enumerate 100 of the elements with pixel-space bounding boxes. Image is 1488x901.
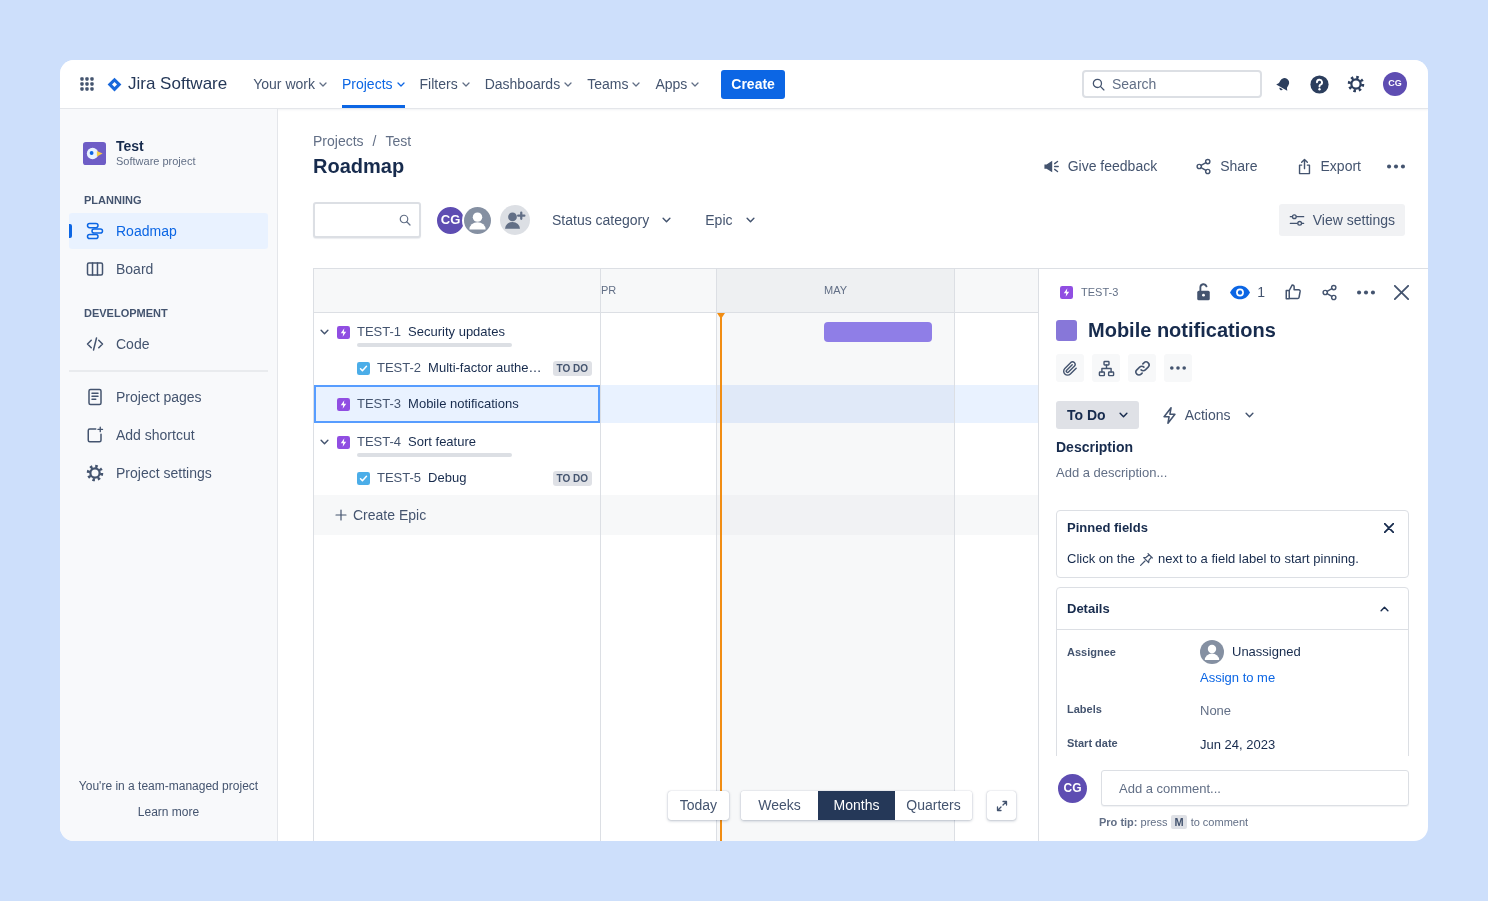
sidebar-item[interactable]: Add shortcut — [69, 417, 268, 453]
timescale-tab[interactable]: Quarters — [895, 791, 972, 820]
issue-title[interactable]: Mobile notifications — [1088, 318, 1276, 342]
filter-dropdown[interactable]: Epic — [705, 209, 755, 231]
nav-menu-item[interactable]: Your work — [253, 60, 327, 108]
field-value[interactable]: Jun 24, 2023 — [1200, 737, 1276, 752]
task-checkbox-icon — [357, 361, 370, 375]
issue-key: TEST-3 — [357, 394, 402, 414]
chevron-down-icon — [564, 81, 573, 87]
sidebar-item[interactable]: Project settings — [69, 455, 268, 491]
sidebar-item[interactable]: Project pages — [69, 379, 268, 415]
chevron-down-icon — [318, 81, 327, 87]
issue-summary: Security updates — [408, 323, 505, 342]
lock-icon[interactable] — [1196, 283, 1212, 301]
chevron-down-icon[interactable] — [319, 329, 329, 335]
roadmap-issue-row[interactable]: TEST-3 Mobile notifications — [314, 385, 601, 423]
breadcrumb-link[interactable]: Test — [385, 131, 412, 151]
sidebar-section-heading: DEVELOPMENT — [84, 306, 169, 320]
pinned-hint-text: next to a field label to start pinning. — [1157, 550, 1359, 569]
breadcrumb-link[interactable]: Projects — [313, 131, 364, 151]
status-lozenge: TO DO — [552, 470, 592, 486]
plus-icon — [335, 509, 347, 521]
nav-menu-item[interactable]: Apps — [655, 60, 700, 108]
filter-dropdown[interactable]: Status category — [552, 209, 672, 231]
roadmap-issue-row[interactable]: TEST-1 Security updates — [314, 313, 601, 351]
attach-button[interactable] — [1056, 354, 1084, 382]
issue-summary: Mobile notifications — [408, 395, 519, 414]
more-icon[interactable] — [1387, 163, 1405, 169]
settings-icon — [86, 464, 104, 482]
roadmap-issue-row[interactable]: TEST-4 Sort feature — [314, 423, 601, 461]
issue-summary: Sort feature — [408, 433, 476, 452]
issue-key: TEST-1 — [357, 322, 402, 342]
close-icon[interactable] — [1394, 284, 1409, 300]
roadmap-search-field[interactable] — [313, 202, 421, 238]
view-settings-button[interactable]: View settings — [1278, 204, 1405, 236]
epic-icon — [337, 435, 350, 449]
help-icon[interactable] — [1310, 74, 1329, 94]
actions-dropdown[interactable]: Actions — [1159, 404, 1256, 426]
app-grid-icon[interactable] — [79, 76, 95, 92]
product-logo-text[interactable]: Jira Software — [128, 71, 228, 97]
project-avatar-icon[interactable] — [83, 142, 106, 165]
chevron-down-icon — [396, 81, 405, 87]
create-epic-button[interactable]: Create Epic — [335, 504, 600, 526]
board-icon — [86, 260, 104, 278]
more-button[interactable] — [1164, 354, 1192, 382]
nav-menu-item[interactable]: Dashboards — [484, 60, 573, 108]
comment-field[interactable]: Add a comment... — [1101, 770, 1409, 806]
month-header: PR — [601, 269, 717, 313]
field-value[interactable]: None — [1200, 703, 1232, 718]
details-toggle[interactable]: Details — [1057, 588, 1408, 630]
search-field[interactable]: Search — [1082, 70, 1262, 98]
child-issue-button[interactable] — [1092, 354, 1120, 382]
share-icon[interactable] — [1321, 283, 1338, 301]
create-button[interactable]: Create — [721, 69, 785, 99]
nav-menu-item[interactable]: Filters — [419, 60, 470, 108]
more-icon[interactable] — [1357, 289, 1375, 295]
status-dropdown[interactable]: To Do — [1056, 401, 1139, 429]
chevron-down-icon — [632, 81, 641, 87]
field-value[interactable]: Unassigned — [1232, 643, 1301, 661]
link-issue-button[interactable] — [1128, 354, 1156, 382]
timescale-tab[interactable]: Weeks — [741, 791, 818, 820]
sidebar-item[interactable]: Board — [69, 251, 268, 287]
settings-icon[interactable] — [1347, 75, 1365, 93]
close-icon[interactable] — [1384, 523, 1394, 533]
header-action-button[interactable]: Give feedback — [1030, 151, 1170, 181]
fullscreen-button[interactable] — [987, 791, 1016, 820]
nav-menu-item[interactable]: Projects — [341, 60, 405, 108]
assign-to-me-link[interactable]: Assign to me — [1200, 669, 1301, 687]
user-avatar-icon[interactable] — [464, 206, 491, 234]
sidebar-item[interactable]: Roadmap — [69, 213, 268, 249]
timescale-tab[interactable]: Months — [818, 791, 895, 820]
user-avatar[interactable]: CG — [435, 204, 466, 236]
pin-icon — [1139, 552, 1153, 566]
diamond-logo-icon[interactable] — [107, 76, 122, 92]
add-shortcut-icon — [86, 426, 104, 444]
card-title: Pinned fields — [1067, 519, 1148, 538]
thumbs-up-icon[interactable] — [1284, 283, 1302, 301]
issue-key[interactable]: TEST-3 — [1081, 283, 1119, 301]
nav-menu-item[interactable]: Teams — [587, 60, 641, 108]
task-checkbox-icon — [357, 471, 370, 485]
sidebar-item[interactable]: Code — [69, 326, 268, 362]
notification-bell-icon[interactable] — [1275, 75, 1292, 93]
user-avatar-icon — [1200, 640, 1224, 664]
header-action-button[interactable]: Export — [1283, 151, 1373, 181]
chevron-down-icon — [1118, 412, 1128, 418]
add-people-icon[interactable] — [500, 205, 530, 235]
watch-button[interactable]: 1 — [1230, 281, 1265, 303]
expand-icon — [995, 799, 1008, 812]
chevron-down-icon — [745, 217, 755, 223]
paperclip-icon — [1061, 359, 1079, 377]
header-action-button[interactable]: Share — [1183, 151, 1270, 181]
description-placeholder[interactable]: Add a description... — [1056, 464, 1409, 482]
chevron-down-icon[interactable] — [319, 439, 329, 445]
project-name: Test — [116, 138, 145, 154]
user-avatar[interactable]: CG — [1383, 72, 1407, 96]
learn-more-link[interactable]: Learn more — [137, 803, 200, 821]
search-icon — [1092, 78, 1105, 91]
field-label: Assignee — [1067, 645, 1117, 660]
search-icon — [399, 214, 411, 226]
today-button[interactable]: Today — [667, 791, 729, 820]
